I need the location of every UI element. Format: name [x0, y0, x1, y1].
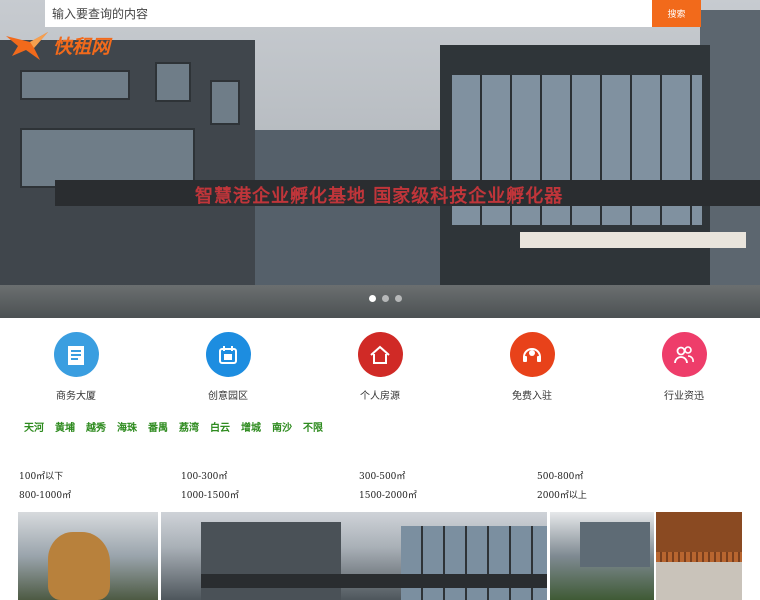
category-industry-news[interactable]: 行业资迅 [608, 332, 760, 402]
district-link[interactable]: 天河 [24, 419, 44, 434]
thumbnail-sign-band [201, 574, 547, 588]
thumbnail-glass-building [401, 526, 547, 600]
carousel-dots [369, 295, 402, 302]
district-link[interactable]: 白云 [210, 419, 230, 434]
category-label: 创意园区 [208, 391, 248, 402]
size-link[interactable]: 300-500㎡ [359, 469, 537, 482]
size-filter: 100㎡以下 100-300㎡ 300-500㎡ 500-800㎡ 800-10… [19, 466, 739, 504]
hero-sign: 智慧港企业孵化基地 国家级科技企业孵化器 [55, 180, 760, 207]
category-nav: 商务大厦 创意园区 个人房源 免费入驻 行业资迅 [0, 332, 760, 402]
district-link[interactable]: 南沙 [272, 419, 292, 434]
park-calendar-icon [205, 332, 251, 377]
size-link[interactable]: 1000-1500㎡ [181, 488, 359, 501]
category-free-entry[interactable]: 免费入驻 [456, 332, 608, 402]
site-logo[interactable]: 快租网 [4, 28, 110, 62]
district-filter: 天河 黄埔 越秀 海珠 番禺 荔湾 白云 增城 南沙 不限 [24, 419, 334, 434]
category-label: 免费入驻 [512, 391, 552, 402]
category-business-building[interactable]: 商务大厦 [0, 332, 152, 402]
size-link[interactable]: 100㎡以下 [19, 469, 181, 482]
thumbnail-building [580, 522, 650, 567]
district-link[interactable]: 黄埔 [55, 419, 75, 434]
size-row: 800-1000㎡ 1000-1500㎡ 1500-2000㎡ 2000㎡以上 [19, 485, 739, 504]
listing-thumbnail[interactable] [656, 512, 742, 600]
size-link[interactable]: 1500-2000㎡ [359, 488, 537, 501]
hero-banner[interactable]: 智慧港企业孵化基地 国家级科技企业孵化器 [0, 0, 760, 318]
size-link[interactable]: 100-300㎡ [181, 469, 359, 482]
thumbnail-ceiling [656, 512, 742, 552]
size-link[interactable]: 500-800㎡ [537, 469, 697, 482]
category-creative-park[interactable]: 创意园区 [152, 332, 304, 402]
logo-text: 快租网 [53, 35, 111, 58]
district-link[interactable]: 荔湾 [179, 419, 199, 434]
category-label: 行业资迅 [664, 391, 704, 402]
headset-icon [509, 332, 555, 377]
listing-thumbnail[interactable] [161, 512, 547, 600]
listing-thumbnail[interactable] [550, 512, 654, 600]
district-link[interactable]: 番禺 [148, 419, 168, 434]
thumbnail-floor [656, 562, 742, 600]
search-bar: 搜索 [45, 0, 701, 27]
category-personal-listing[interactable]: 个人房源 [304, 332, 456, 402]
size-link[interactable]: 2000㎡以上 [537, 488, 697, 501]
listing-thumbnails [18, 512, 742, 600]
rock-sculpture-image [48, 532, 110, 600]
carousel-dot[interactable] [382, 295, 389, 302]
search-input[interactable] [45, 0, 652, 27]
bird-logo-icon [6, 32, 48, 60]
people-icon [661, 332, 707, 377]
thumbnail-building [201, 522, 341, 600]
district-link[interactable]: 不限 [303, 419, 323, 434]
district-link[interactable]: 越秀 [86, 419, 106, 434]
category-label: 商务大厦 [56, 391, 96, 402]
search-button[interactable]: 搜索 [652, 0, 701, 27]
district-link[interactable]: 海珠 [117, 419, 137, 434]
carousel-dot[interactable] [369, 295, 376, 302]
hero-canopy [520, 232, 746, 248]
category-label: 个人房源 [360, 391, 400, 402]
house-icon [357, 332, 403, 377]
hero-building-left [0, 40, 255, 318]
carousel-dot[interactable] [395, 295, 402, 302]
district-link[interactable]: 增城 [241, 419, 261, 434]
size-link[interactable]: 800-1000㎡ [19, 488, 181, 501]
listing-thumbnail[interactable] [18, 512, 158, 600]
size-row: 100㎡以下 100-300㎡ 300-500㎡ 500-800㎡ [19, 466, 739, 485]
building-doc-icon [53, 332, 99, 377]
hero-sign-text: 智慧港企业孵化基地 国家级科技企业孵化器 [195, 186, 564, 207]
